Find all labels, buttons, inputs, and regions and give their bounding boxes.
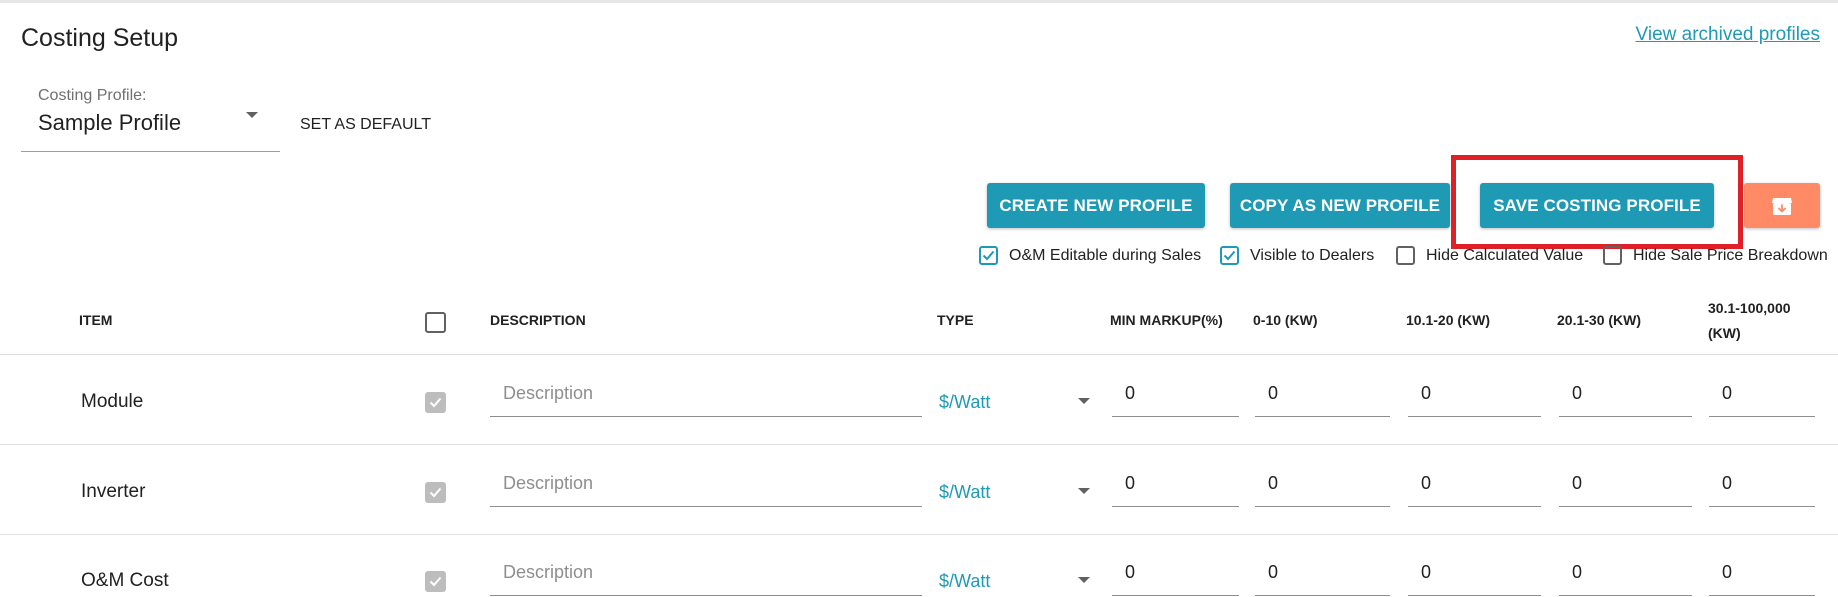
min-markup-value: 0 xyxy=(1125,383,1136,403)
tier-value: 0 xyxy=(1722,473,1733,493)
column-header-0-10kw: 0-10 (KW) xyxy=(1253,312,1318,328)
min-markup-input[interactable]: 0 xyxy=(1112,552,1239,596)
page-title: Costing Setup xyxy=(21,24,179,52)
column-header-30-100000kw-line2: (KW) xyxy=(1708,325,1741,341)
type-select[interactable]: $/Watt xyxy=(939,552,1096,596)
tier-0-10-input[interactable]: 0 xyxy=(1255,552,1390,596)
option-label: Hide Sale Price Breakdown xyxy=(1633,246,1828,264)
column-header-10-20kw: 10.1-20 (KW) xyxy=(1406,312,1491,328)
option-hide-calculated-value[interactable]: Hide Calculated Value xyxy=(1396,246,1583,265)
row-checkbox[interactable] xyxy=(425,482,446,503)
description-input[interactable]: Description xyxy=(490,463,922,507)
type-select[interactable]: $/Watt xyxy=(939,463,1096,507)
tier-value: 0 xyxy=(1572,473,1583,493)
description-placeholder: Description xyxy=(503,473,594,493)
tier-30-100000-input[interactable]: 0 xyxy=(1709,373,1815,417)
table-row: Module Description $/Watt 0 0 0 0 0 xyxy=(0,355,1838,444)
type-select[interactable]: $/Watt xyxy=(939,373,1096,417)
type-value: $/Watt xyxy=(939,392,991,412)
type-value: $/Watt xyxy=(939,482,991,502)
tier-30-100000-input[interactable]: 0 xyxy=(1709,463,1815,507)
select-all-checkbox[interactable] xyxy=(425,312,446,333)
row-checkbox[interactable] xyxy=(425,392,446,413)
tier-20-30-input[interactable]: 0 xyxy=(1559,463,1692,507)
description-placeholder: Description xyxy=(503,383,594,403)
tier-value: 0 xyxy=(1722,562,1733,582)
item-name: O&M Cost xyxy=(81,570,169,591)
min-markup-value: 0 xyxy=(1125,473,1136,493)
tier-10-20-input[interactable]: 0 xyxy=(1408,373,1541,417)
copy-as-new-profile-button[interactable]: COPY AS NEW PROFILE xyxy=(1230,183,1450,228)
option-visible-to-dealers[interactable]: Visible to Dealers xyxy=(1220,246,1374,265)
checkbox-checked-icon[interactable] xyxy=(979,246,998,265)
item-name: Module xyxy=(81,391,144,412)
tier-10-20-input[interactable]: 0 xyxy=(1408,463,1541,507)
tier-value: 0 xyxy=(1421,562,1432,582)
row-checkbox[interactable] xyxy=(425,571,446,592)
tier-value: 0 xyxy=(1421,383,1432,403)
caret-down-icon xyxy=(1078,488,1090,494)
tier-10-20-input[interactable]: 0 xyxy=(1408,552,1541,596)
option-om-editable[interactable]: O&M Editable during Sales xyxy=(979,246,1201,265)
min-markup-input[interactable]: 0 xyxy=(1112,463,1239,507)
tier-20-30-input[interactable]: 0 xyxy=(1559,373,1692,417)
view-archived-profiles-link[interactable]: View archived profiles xyxy=(1636,24,1820,46)
costing-profile-select[interactable]: Costing Profile: Sample Profile xyxy=(21,84,280,152)
type-value: $/Watt xyxy=(939,571,991,591)
option-label: Hide Calculated Value xyxy=(1426,246,1584,264)
save-costing-profile-button[interactable]: SAVE COSTING PROFILE xyxy=(1480,183,1714,228)
tier-value: 0 xyxy=(1421,473,1432,493)
column-header-30-100000kw-line1: 30.1-100,000 xyxy=(1708,300,1791,316)
top-border xyxy=(0,0,1838,3)
caret-down-icon xyxy=(1078,577,1090,583)
archive-icon xyxy=(1772,197,1792,215)
table-row: Inverter Description $/Watt 0 0 0 0 0 xyxy=(0,445,1838,534)
tier-value: 0 xyxy=(1268,383,1279,403)
item-name: Inverter xyxy=(81,481,146,502)
create-new-profile-button[interactable]: CREATE NEW PROFILE xyxy=(987,183,1205,228)
caret-down-icon xyxy=(1078,398,1090,404)
tier-value: 0 xyxy=(1268,473,1279,493)
tier-0-10-input[interactable]: 0 xyxy=(1255,463,1390,507)
tier-value: 0 xyxy=(1268,562,1279,582)
column-header-description: DESCRIPTION xyxy=(490,312,586,328)
option-label: O&M Editable during Sales xyxy=(1009,246,1202,264)
column-header-item: ITEM xyxy=(79,312,113,328)
min-markup-value: 0 xyxy=(1125,562,1136,582)
column-header-type: TYPE xyxy=(937,312,974,328)
tier-value: 0 xyxy=(1722,383,1733,403)
description-input[interactable]: Description xyxy=(490,373,922,417)
option-label: Visible to Dealers xyxy=(1250,246,1375,264)
caret-down-icon xyxy=(246,112,258,118)
description-placeholder: Description xyxy=(503,562,594,582)
checkbox-unchecked-icon[interactable] xyxy=(1396,246,1415,265)
description-input[interactable]: Description xyxy=(490,552,922,596)
checkbox-checked-icon[interactable] xyxy=(1220,246,1239,265)
table-row: O&M Cost Description $/Watt 0 0 0 0 0 xyxy=(0,534,1838,597)
column-header-20-30kw: 20.1-30 (KW) xyxy=(1557,312,1642,328)
checkbox-unchecked-icon[interactable] xyxy=(1603,246,1622,265)
option-hide-sale-price-breakdown[interactable]: Hide Sale Price Breakdown xyxy=(1603,246,1828,265)
costing-profile-label: Costing Profile: xyxy=(38,87,147,104)
archive-profile-button[interactable] xyxy=(1744,183,1820,228)
tier-value: 0 xyxy=(1572,383,1583,403)
tier-20-30-input[interactable]: 0 xyxy=(1559,552,1692,596)
tier-30-100000-input[interactable]: 0 xyxy=(1709,552,1815,596)
column-header-min-markup: MIN MARKUP(%) xyxy=(1110,312,1223,328)
tier-0-10-input[interactable]: 0 xyxy=(1255,373,1390,417)
tier-value: 0 xyxy=(1572,562,1583,582)
costing-profile-value: Sample Profile xyxy=(38,110,182,135)
set-as-default-button[interactable]: SET AS DEFAULT xyxy=(300,116,431,134)
min-markup-input[interactable]: 0 xyxy=(1112,373,1239,417)
